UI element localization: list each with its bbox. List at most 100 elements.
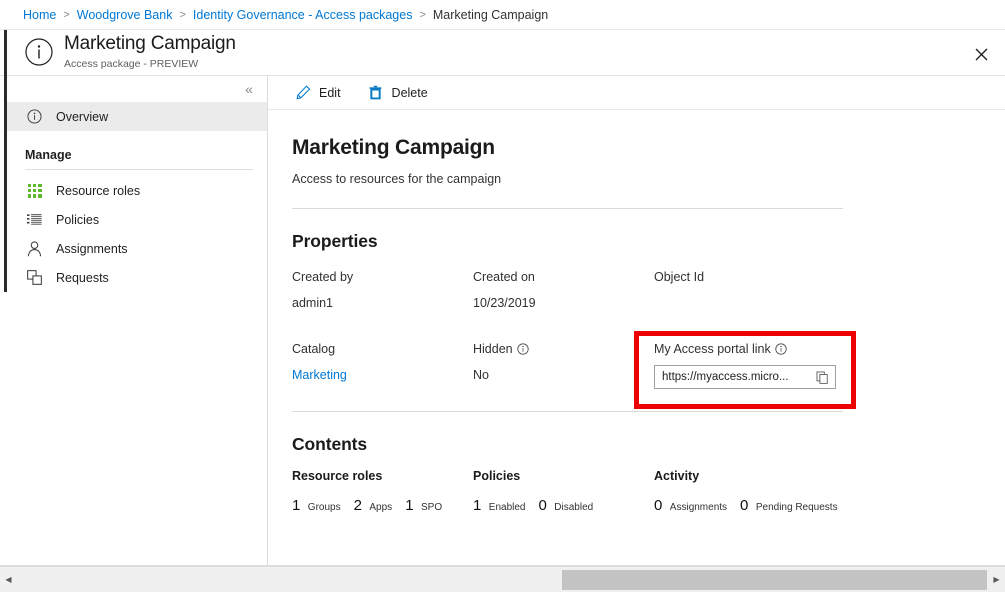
property-label: Hidden	[473, 340, 654, 357]
green-grid-icon	[25, 181, 44, 200]
contents-heading: Contents	[292, 434, 1005, 455]
stat-heading: Policies	[473, 469, 654, 483]
stat-item: 1 SPO	[405, 497, 442, 515]
delete-button[interactable]: Delete	[365, 80, 438, 106]
property-object-id: Object Id	[654, 268, 884, 313]
property-label: My Access portal link	[654, 340, 884, 357]
property-catalog: Catalog Marketing	[292, 340, 473, 389]
breadcrumb-separator: >	[419, 9, 425, 21]
edit-label: Edit	[319, 86, 341, 100]
stat-column-activity: Activity 0 Assignments 0 Pending Request…	[654, 469, 894, 515]
stat-number: 1	[405, 497, 413, 514]
stat-values: 1 Enabled 0 Disabled	[473, 497, 654, 515]
close-icon	[975, 48, 988, 61]
stat-values: 0 Assignments 0 Pending Requests	[654, 497, 894, 515]
stat-item: 0 Disabled	[539, 497, 594, 515]
breadcrumb: Home > Woodgrove Bank > Identity Governa…	[0, 0, 1005, 30]
property-created-by: Created by admin1	[292, 268, 473, 313]
catalog-link[interactable]: Marketing	[292, 368, 347, 382]
divider	[292, 208, 843, 209]
horizontal-scrollbar[interactable]: ◀ ▶	[0, 566, 1005, 592]
main-description: Access to resources for the campaign	[292, 172, 1005, 186]
content-pane: Edit Delete Marketing Campaign Access to…	[268, 76, 1005, 566]
page-title: Marketing Campaign	[64, 33, 236, 55]
sidebar-group-title: Manage	[7, 148, 267, 162]
scrollbar-track[interactable]	[17, 568, 988, 592]
sidebar-item-resource-roles[interactable]: Resource roles	[7, 176, 267, 205]
scrollbar-thumb[interactable]	[562, 570, 987, 590]
edit-button[interactable]: Edit	[292, 80, 351, 106]
list-icon	[25, 210, 44, 229]
stat-item: 0 Assignments	[654, 497, 727, 515]
sidebar-item-assignments[interactable]: Assignments	[7, 234, 267, 263]
property-label: Created on	[473, 268, 654, 285]
stat-item: 2 Apps	[354, 497, 393, 515]
triangle-right-icon[interactable]: ▶	[988, 568, 1005, 592]
sidebar-item-label: Requests	[56, 271, 109, 285]
property-created-on: Created on 10/23/2019	[473, 268, 654, 313]
divider	[292, 411, 843, 412]
property-portal-link: My Access portal link https://myaccess.m…	[654, 340, 884, 389]
breadcrumb-item-home[interactable]: Home	[23, 8, 56, 22]
property-label-text: Hidden	[473, 342, 513, 356]
toolbar: Edit Delete	[268, 76, 1005, 110]
breadcrumb-separator: >	[179, 9, 185, 21]
sidebar-item-label: Assignments	[56, 242, 128, 256]
stat-number: 0	[740, 497, 748, 514]
sidebar-item-label: Overview	[56, 110, 108, 124]
breadcrumb-item-current: Marketing Campaign	[433, 8, 548, 22]
triangle-left-icon[interactable]: ◀	[0, 568, 17, 592]
properties-heading: Properties	[292, 231, 1005, 252]
trash-icon	[367, 84, 385, 102]
info-circle-icon[interactable]	[775, 343, 787, 355]
property-value: 10/23/2019	[473, 296, 654, 313]
portal-link-field[interactable]: https://myaccess.micro...	[654, 365, 836, 389]
breadcrumb-item-identity-governance[interactable]: Identity Governance - Access packages	[193, 8, 413, 22]
stat-heading: Activity	[654, 469, 894, 483]
stat-values: 1 Groups 2 Apps 1 SPO	[292, 497, 473, 515]
pencil-icon	[294, 84, 312, 102]
property-label-text: My Access portal link	[654, 342, 771, 356]
main-title: Marketing Campaign	[292, 136, 1005, 160]
azure-portal-blade: Home > Woodgrove Bank > Identity Governa…	[0, 0, 1005, 592]
breadcrumb-item-woodgrove-bank[interactable]: Woodgrove Bank	[77, 8, 173, 22]
stat-caption: Pending Requests	[756, 502, 838, 513]
portal-link-value: https://myaccess.micro...	[662, 371, 813, 383]
contents-stats: Resource roles 1 Groups 2 Apps 1 SPO	[292, 469, 1005, 515]
stat-item: 0 Pending Requests	[740, 497, 838, 515]
sidebar: « Overview Manage Resource roles	[7, 76, 268, 566]
property-label: Created by	[292, 268, 473, 285]
properties-row-2: Catalog Marketing Hidden	[292, 340, 892, 389]
stat-column-resource-roles: Resource roles 1 Groups 2 Apps 1 SPO	[292, 469, 473, 515]
stat-caption: Groups	[308, 502, 341, 513]
info-circle-icon	[24, 37, 54, 67]
info-circle-icon	[25, 107, 44, 126]
stat-caption: Disabled	[554, 502, 593, 513]
stat-heading: Resource roles	[292, 469, 473, 483]
stat-number: 0	[539, 497, 547, 514]
info-circle-icon[interactable]	[517, 343, 529, 355]
properties-grid: Created by admin1 Created on 10/23/2019 …	[292, 268, 892, 389]
double-chevron-left-icon[interactable]: «	[239, 79, 259, 99]
close-button[interactable]	[966, 39, 996, 69]
stat-item: 1 Enabled	[473, 497, 526, 515]
sidebar-item-policies[interactable]: Policies	[7, 205, 267, 234]
sidebar-item-label: Policies	[56, 213, 99, 227]
stacked-squares-icon	[25, 268, 44, 287]
stat-column-policies: Policies 1 Enabled 0 Disabled	[473, 469, 654, 515]
stat-item: 1 Groups	[292, 497, 341, 515]
sidebar-collapse-row: «	[7, 76, 267, 102]
sidebar-item-label: Resource roles	[56, 184, 140, 198]
property-value: admin1	[292, 296, 473, 313]
copy-icon[interactable]	[813, 368, 831, 386]
property-label: Catalog	[292, 340, 473, 357]
blade-header: Marketing Campaign Access package - PREV…	[0, 30, 1005, 76]
stat-caption: Apps	[369, 502, 392, 513]
property-label: Object Id	[654, 268, 884, 285]
delete-label: Delete	[392, 86, 428, 100]
sidebar-divider	[25, 169, 253, 170]
sidebar-item-overview[interactable]: Overview	[7, 102, 267, 131]
sidebar-item-requests[interactable]: Requests	[7, 263, 267, 292]
property-hidden: Hidden No	[473, 340, 654, 389]
properties-row-1: Created by admin1 Created on 10/23/2019 …	[292, 268, 892, 313]
